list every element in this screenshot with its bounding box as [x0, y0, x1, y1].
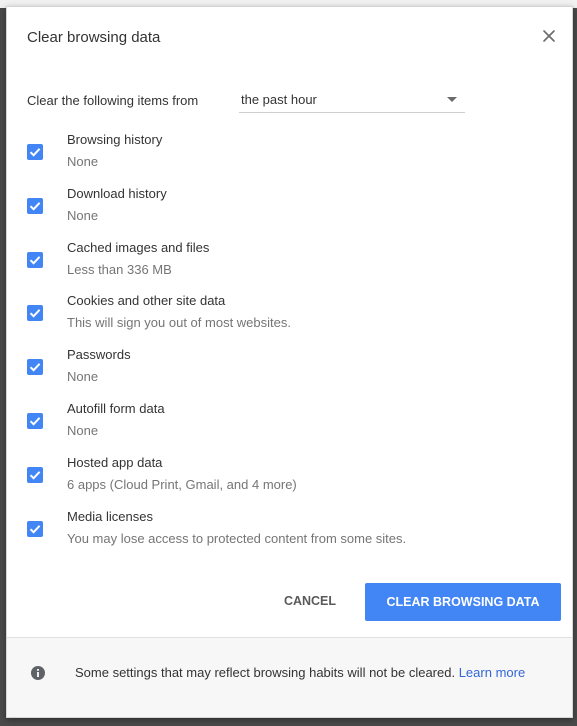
item-title: Download history	[67, 185, 167, 201]
item-title: Cached images and files	[67, 239, 210, 255]
checkmark-icon	[29, 363, 41, 372]
list-item: Cookies and other site data This will si…	[7, 284, 572, 338]
item-subtitle: 6 apps (Cloud Print, Gmail, and 4 more)	[67, 476, 297, 492]
cached-images-checkbox[interactable]	[27, 251, 43, 268]
hosted-app-data-checkbox[interactable]	[27, 466, 43, 483]
item-subtitle: None	[67, 154, 99, 169]
item-title: Passwords	[67, 347, 131, 363]
list-item: Media licenses You may lose access to pr…	[7, 500, 572, 554]
chevron-down-icon	[447, 97, 457, 102]
download-history-checkbox[interactable]	[27, 197, 43, 214]
checkmark-icon	[29, 309, 41, 319]
learn-more-link[interactable]: Learn more	[459, 665, 525, 680]
time-range-select[interactable]: the past hour	[239, 87, 465, 113]
item-subtitle: You may lose access to protected content…	[67, 530, 407, 546]
item-title: Hosted app data	[67, 454, 163, 470]
autofill-checkbox[interactable]	[27, 412, 43, 429]
item-title: Cookies and other site data	[67, 293, 226, 309]
item-subtitle: None	[67, 422, 99, 438]
time-range-value: the past hour	[241, 92, 317, 107]
item-subtitle: None	[67, 207, 99, 223]
cookies-checkbox[interactable]	[27, 305, 43, 322]
checkmark-icon	[29, 417, 41, 426]
item-title: Autofill form data	[67, 400, 165, 416]
close-icon[interactable]	[538, 25, 560, 47]
time-range-label: Clear the following items from	[27, 93, 199, 108]
checkmark-icon	[29, 201, 41, 211]
item-title: Browsing history	[67, 132, 163, 147]
checkmark-icon	[29, 255, 41, 265]
checkmark-icon	[29, 148, 41, 157]
checkmark-icon	[29, 470, 41, 480]
list-item: Passwords None	[7, 338, 572, 392]
cancel-button[interactable]: CANCEL	[265, 583, 355, 619]
item-title: Media licenses	[67, 508, 153, 524]
dialog-title: Clear browsing data	[27, 29, 161, 46]
footer-message: Some settings that may reflect browsing …	[75, 662, 555, 683]
list-item: Browsing history None	[7, 123, 572, 177]
clear-browsing-data-dialog: Clear browsing data Clear the following …	[6, 6, 573, 718]
dialog-footer: Some settings that may reflect browsing …	[7, 638, 572, 717]
item-subtitle: Less than 336 MB	[67, 261, 172, 277]
item-subtitle: This will sign you out of most websites.	[67, 315, 291, 331]
list-item: Hosted app data 6 apps (Cloud Print, Gma…	[7, 446, 572, 500]
data-types-list: Browsing history None Download history N…	[7, 123, 572, 553]
list-item: Autofill form data None	[7, 392, 572, 446]
clear-browsing-data-button[interactable]: CLEAR BROWSING DATA	[365, 583, 561, 621]
media-licenses-checkbox[interactable]	[27, 520, 43, 537]
info-icon	[30, 665, 46, 681]
footer-text: Some settings that may reflect browsing …	[75, 665, 456, 680]
checkmark-icon	[29, 524, 41, 534]
list-item: Cached images and files Less than 336 MB	[7, 231, 572, 285]
list-item: Download history None	[7, 177, 572, 231]
browsing-history-checkbox[interactable]	[27, 144, 43, 160]
passwords-checkbox[interactable]	[27, 359, 43, 376]
item-subtitle: None	[67, 369, 99, 385]
